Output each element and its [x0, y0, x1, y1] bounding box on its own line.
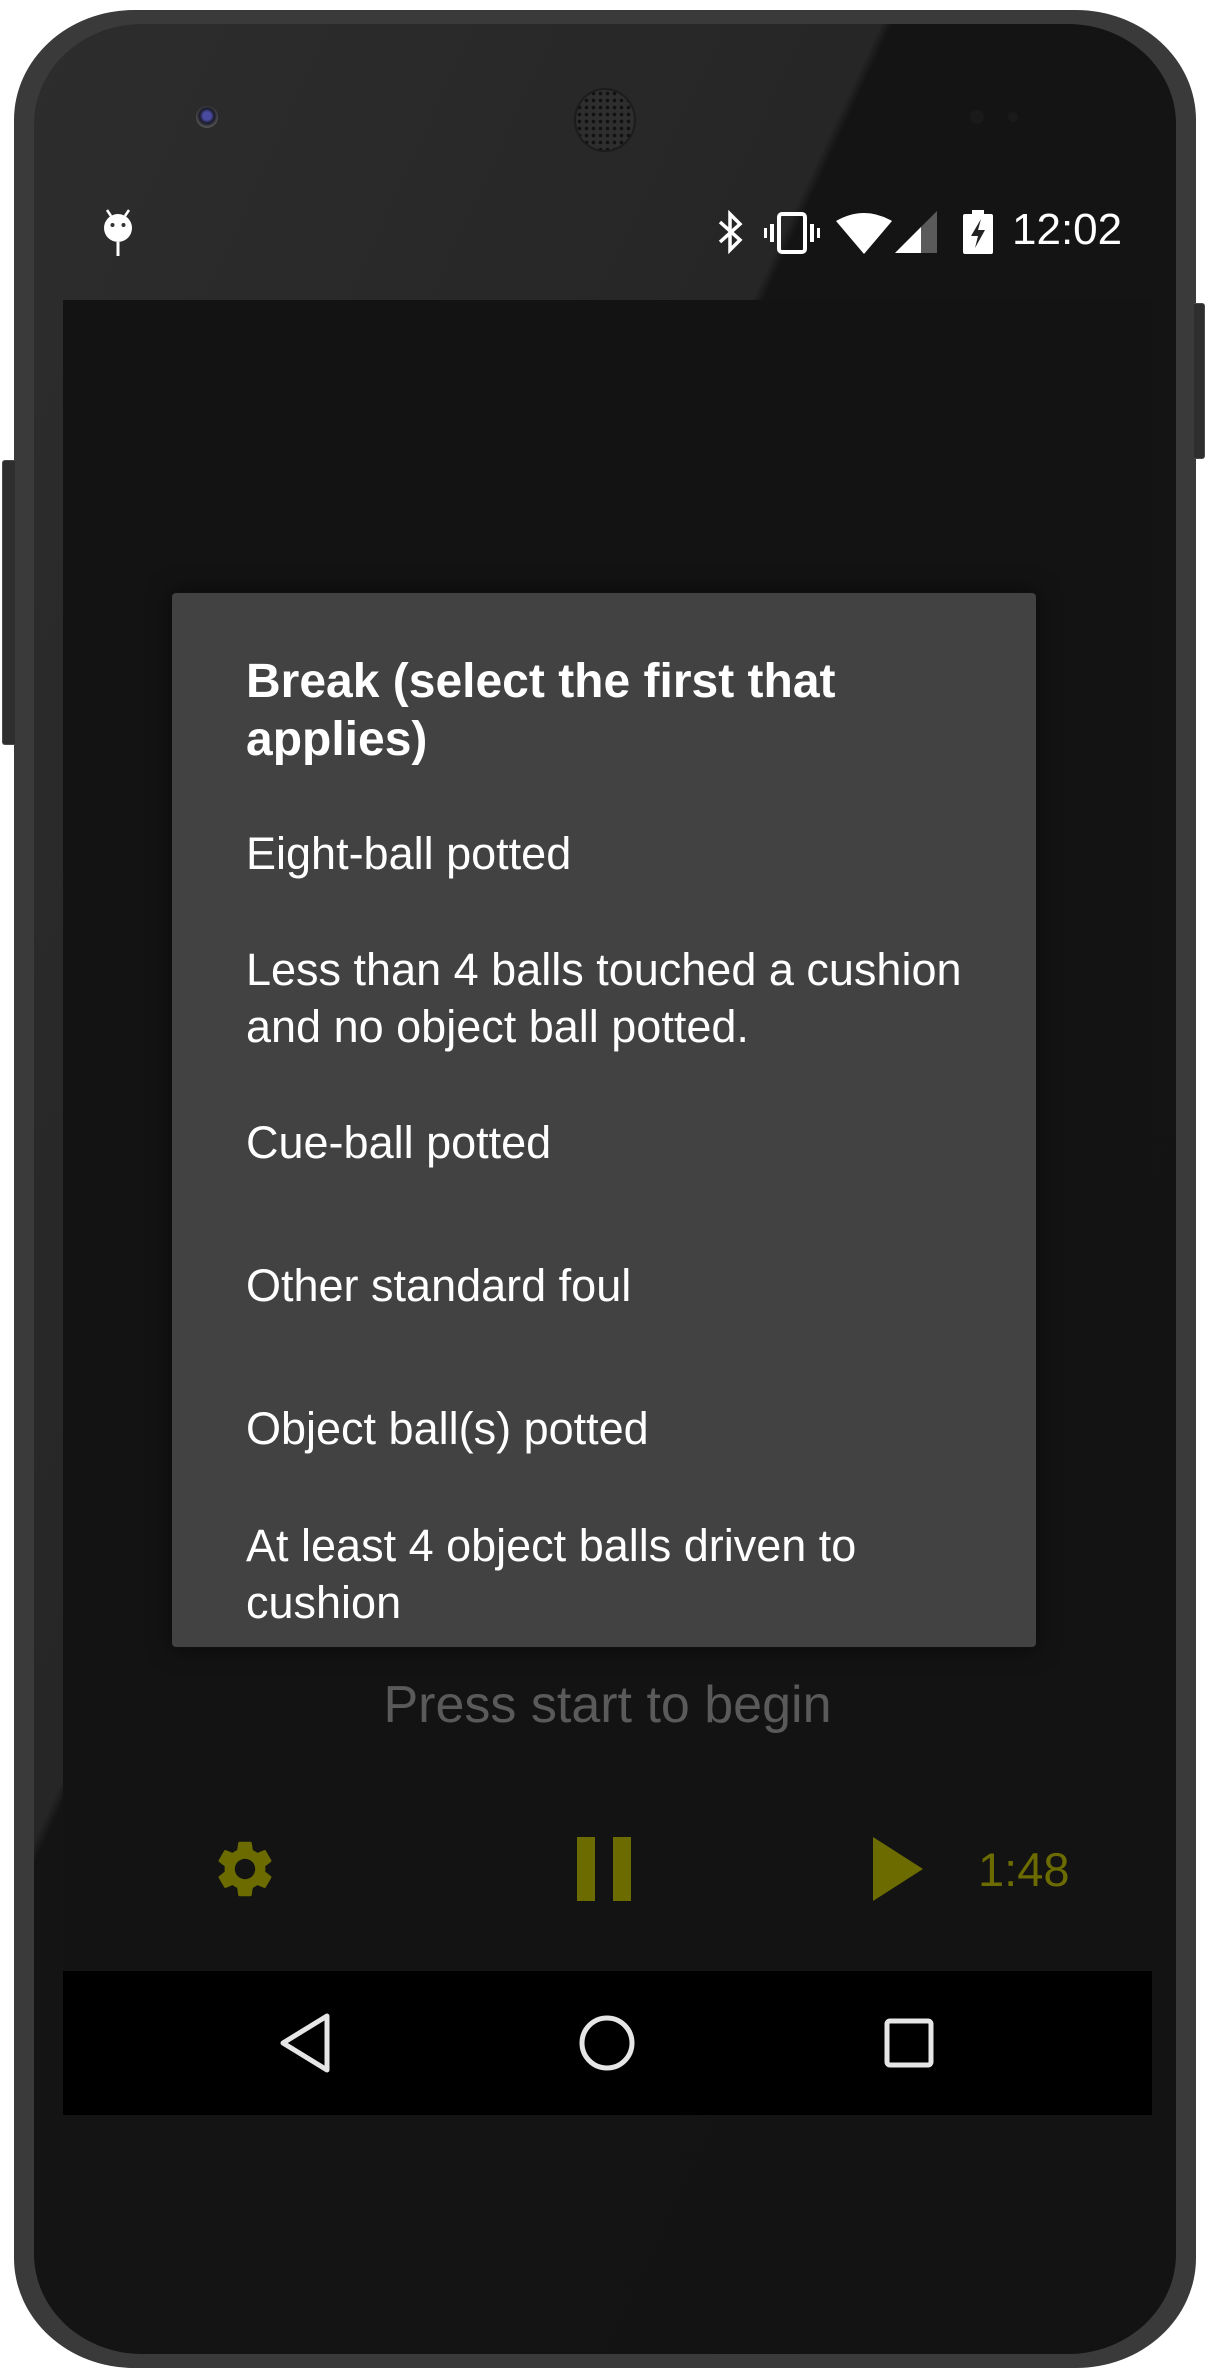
power-button [1194, 303, 1205, 459]
cell-signal-icon [895, 211, 939, 258]
light-sensor [1008, 112, 1018, 122]
nav-recents-button[interactable] [834, 1971, 984, 2115]
pause-button[interactable] [577, 1837, 631, 1906]
option-object-balls-potted[interactable]: Object ball(s) potted [246, 1400, 1006, 1457]
option-at-least-4-driven[interactable]: At least 4 object balls driven to cushio… [246, 1517, 1006, 1631]
settings-button[interactable] [211, 1835, 279, 1908]
android-notification-icon [100, 208, 136, 265]
bluetooth-icon [716, 209, 746, 259]
option-eight-ball-potted[interactable]: Eight-ball potted [246, 825, 1006, 882]
nav-home-button[interactable] [532, 1971, 682, 2115]
back-icon [280, 2013, 330, 2073]
proximity-sensor [970, 110, 984, 124]
pause-icon [577, 1837, 631, 1901]
start-hint-text: Press start to begin [383, 1676, 832, 1734]
recents-icon [884, 2018, 934, 2068]
vibrate-icon [764, 212, 820, 259]
earpiece-speaker [574, 88, 636, 152]
play-button[interactable] [873, 1837, 923, 1906]
option-other-standard-foul[interactable]: Other standard foul [246, 1257, 1006, 1314]
break-dialog: Break (select the first that applies) Ei… [172, 593, 1036, 1647]
option-cue-ball-potted[interactable]: Cue-ball potted [246, 1114, 1006, 1171]
dialog-title: Break (select the first that applies) [246, 655, 836, 766]
front-camera [196, 106, 218, 128]
nav-back-button[interactable] [230, 1971, 380, 2115]
navigation-bar [63, 1971, 1152, 2115]
gear-icon [218, 1841, 272, 1897]
battery-charging-icon [962, 210, 994, 259]
option-less-than-4-cushion[interactable]: Less than 4 balls touched a cushion and … [246, 941, 1006, 1055]
wifi-icon [836, 211, 892, 260]
timer-display: 1:48 [978, 1843, 1070, 1896]
volume-button [2, 460, 15, 745]
home-icon [579, 2015, 635, 2071]
status-time: 12:02 [1012, 205, 1123, 254]
play-icon [873, 1837, 923, 1901]
